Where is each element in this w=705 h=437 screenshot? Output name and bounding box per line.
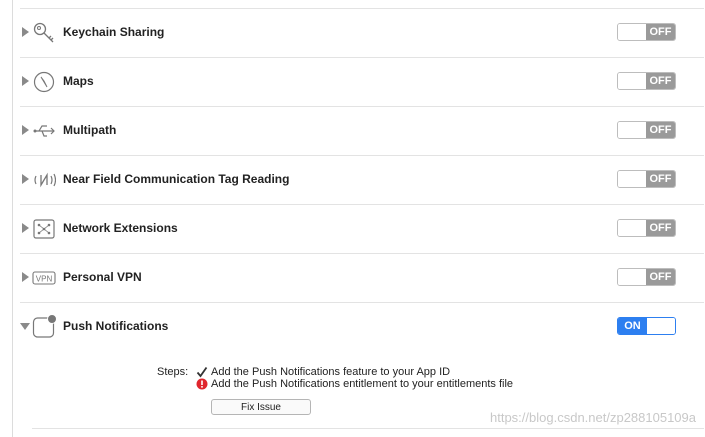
usb-multipath-icon [32, 119, 56, 143]
disclosure-triangle[interactable] [22, 76, 29, 86]
fix-issue-button[interactable]: Fix Issue [211, 399, 311, 415]
capability-toggle[interactable]: OFF [617, 219, 676, 237]
toggle-knob [618, 171, 647, 187]
capability-row-keychain-sharing: Keychain Sharing OFF [20, 8, 704, 58]
capability-toggle[interactable]: OFF [617, 23, 676, 41]
nfc-icon [32, 168, 57, 192]
checkmark-icon [196, 367, 208, 378]
capability-label: Personal VPN [63, 270, 142, 284]
toggle-state: ON [618, 318, 647, 334]
capability-label: Network Extensions [63, 221, 178, 235]
disclosure-triangle[interactable] [22, 223, 29, 233]
disclosure-triangle[interactable] [20, 323, 30, 330]
watermark: https://blog.csdn.net/zp288105109a [490, 410, 696, 425]
capability-label: Keychain Sharing [63, 25, 165, 39]
error-icon [196, 378, 208, 390]
toggle-state: OFF [646, 171, 675, 187]
toggle-knob [618, 220, 647, 236]
toggle-knob [618, 122, 647, 138]
capability-label: Push Notifications [63, 319, 169, 333]
network-extensions-icon [32, 217, 56, 241]
capability-toggle[interactable]: OFF [617, 72, 676, 90]
capability-toggle[interactable]: ON [617, 317, 676, 335]
toggle-state: OFF [646, 24, 675, 40]
capability-toggle[interactable]: OFF [617, 121, 676, 139]
capability-row-nfc: Near Field Communication Tag Reading OFF [20, 155, 704, 205]
capability-label: Near Field Communication Tag Reading [63, 172, 290, 186]
step-item-error: Add the Push Notifications entitlement t… [196, 378, 513, 390]
toggle-state: OFF [646, 269, 675, 285]
toggle-state: OFF [646, 220, 675, 236]
toggle-knob [618, 269, 647, 285]
toggle-state: OFF [646, 122, 675, 138]
disclosure-triangle[interactable] [22, 125, 29, 135]
disclosure-triangle[interactable] [22, 272, 29, 282]
toggle-knob [618, 73, 647, 89]
capability-toggle[interactable]: OFF [617, 170, 676, 188]
disclosure-triangle[interactable] [22, 27, 29, 37]
push-notification-icon [32, 314, 57, 339]
toggle-state: OFF [646, 73, 675, 89]
capability-label: Multipath [63, 123, 117, 137]
key-icon [32, 21, 56, 45]
capability-row-maps: Maps OFF [20, 57, 704, 107]
steps-label: Steps: [157, 366, 189, 378]
compass-icon [32, 70, 56, 94]
capability-toggle[interactable]: OFF [617, 268, 676, 286]
step-text: Add the Push Notifications entitlement t… [211, 378, 514, 390]
divider [32, 428, 704, 429]
toggle-knob [618, 24, 647, 40]
step-text: Add the Push Notifications feature to yo… [211, 366, 451, 378]
capability-row-personal-vpn: VPN Personal VPN OFF [20, 253, 704, 303]
toggle-knob [646, 318, 675, 334]
capability-row-multipath: Multipath OFF [20, 106, 704, 156]
capability-row-network-extensions: Network Extensions OFF [20, 204, 704, 254]
vpn-icon: VPN [32, 266, 56, 290]
disclosure-triangle[interactable] [22, 174, 29, 184]
svg-text:VPN: VPN [36, 275, 53, 284]
step-item-done: Add the Push Notifications feature to yo… [196, 366, 450, 378]
capability-label: Maps [63, 74, 94, 88]
